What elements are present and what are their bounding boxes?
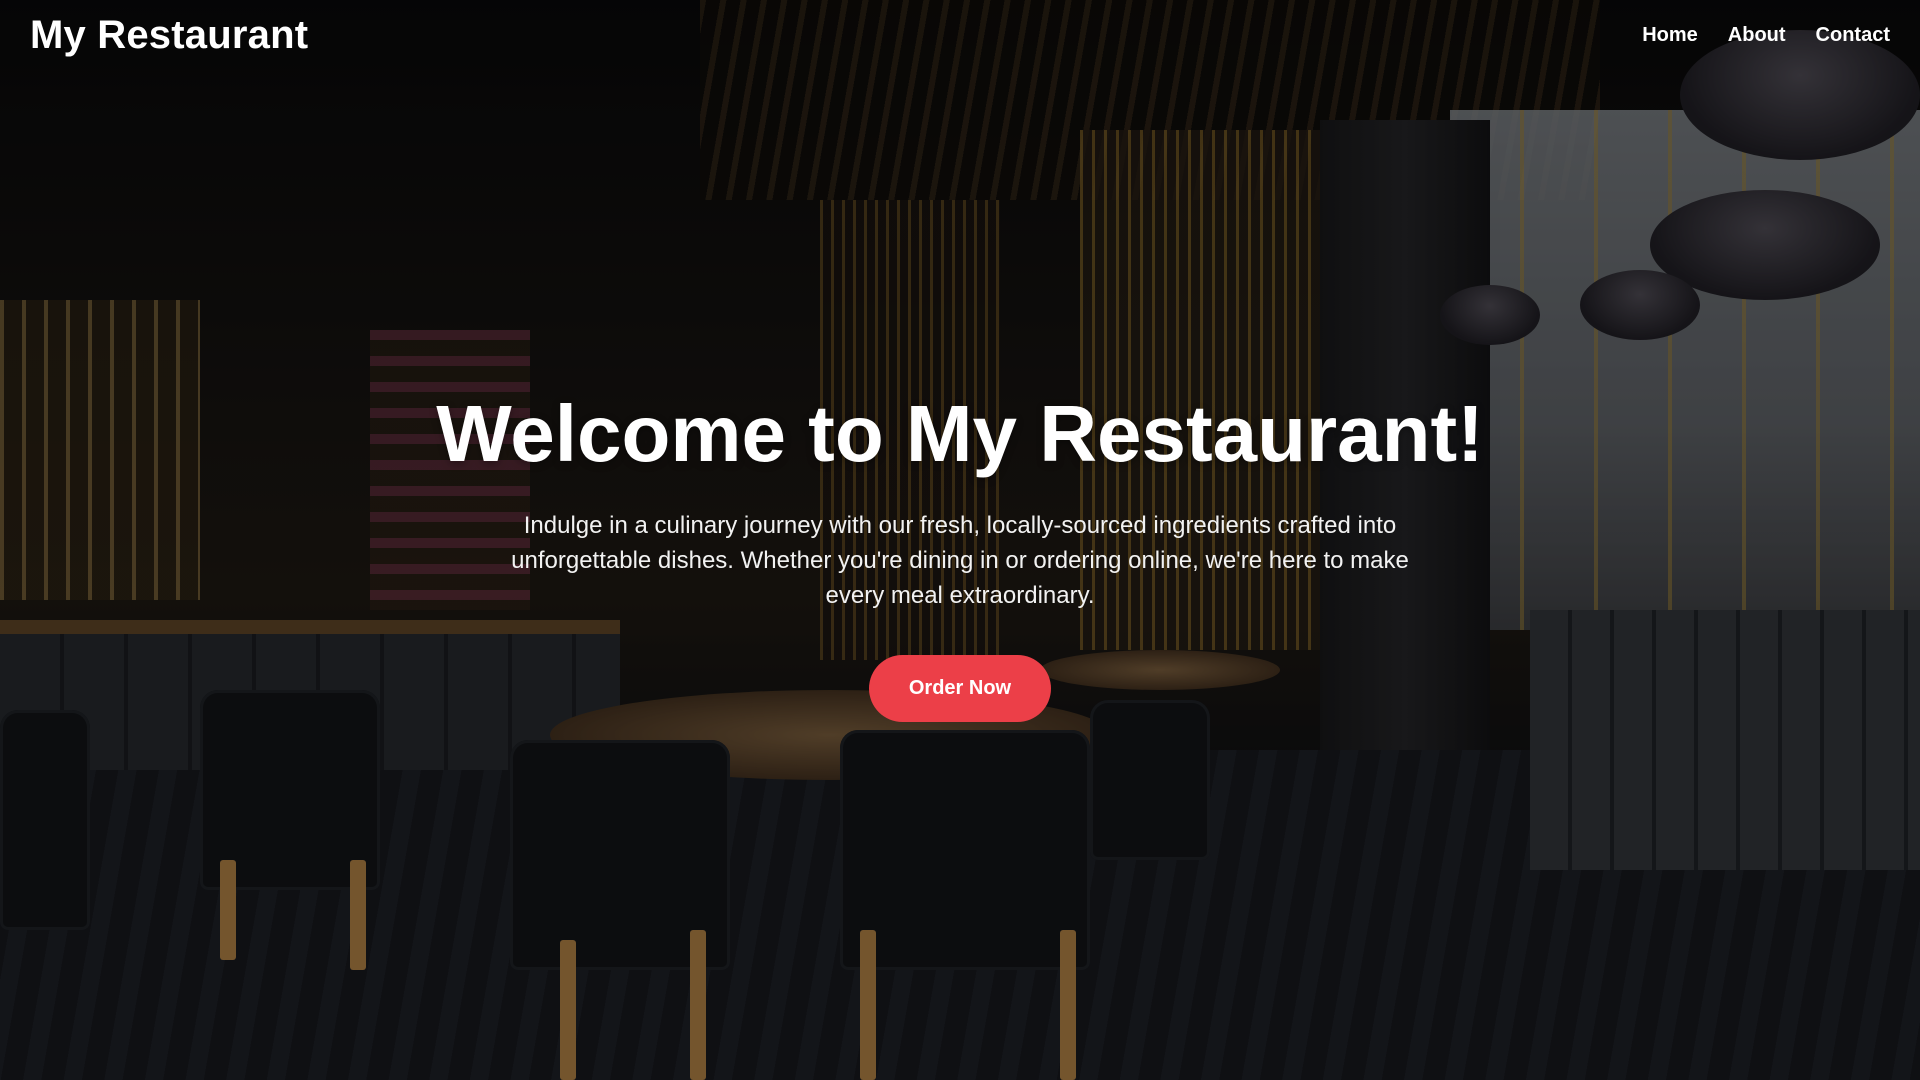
nav-link-about[interactable]: About (1728, 24, 1786, 47)
hero-description: Indulge in a culinary journey with our f… (511, 512, 1409, 609)
hero-section: Welcome to My Restaurant! Indulge in a c… (0, 390, 1920, 722)
page: My Restaurant Home About Contact Welcome… (0, 0, 1920, 1080)
nav-links: Home About Contact (1642, 24, 1890, 47)
order-now-button[interactable]: Order Now (868, 655, 1052, 722)
nav-link-contact[interactable]: Contact (1816, 24, 1890, 47)
brand-logo[interactable]: My Restaurant (30, 13, 308, 58)
nav-link-home[interactable]: Home (1642, 24, 1698, 47)
navbar: My Restaurant Home About Contact (0, 0, 1920, 70)
hero-title: Welcome to My Restaurant! (436, 389, 1484, 478)
